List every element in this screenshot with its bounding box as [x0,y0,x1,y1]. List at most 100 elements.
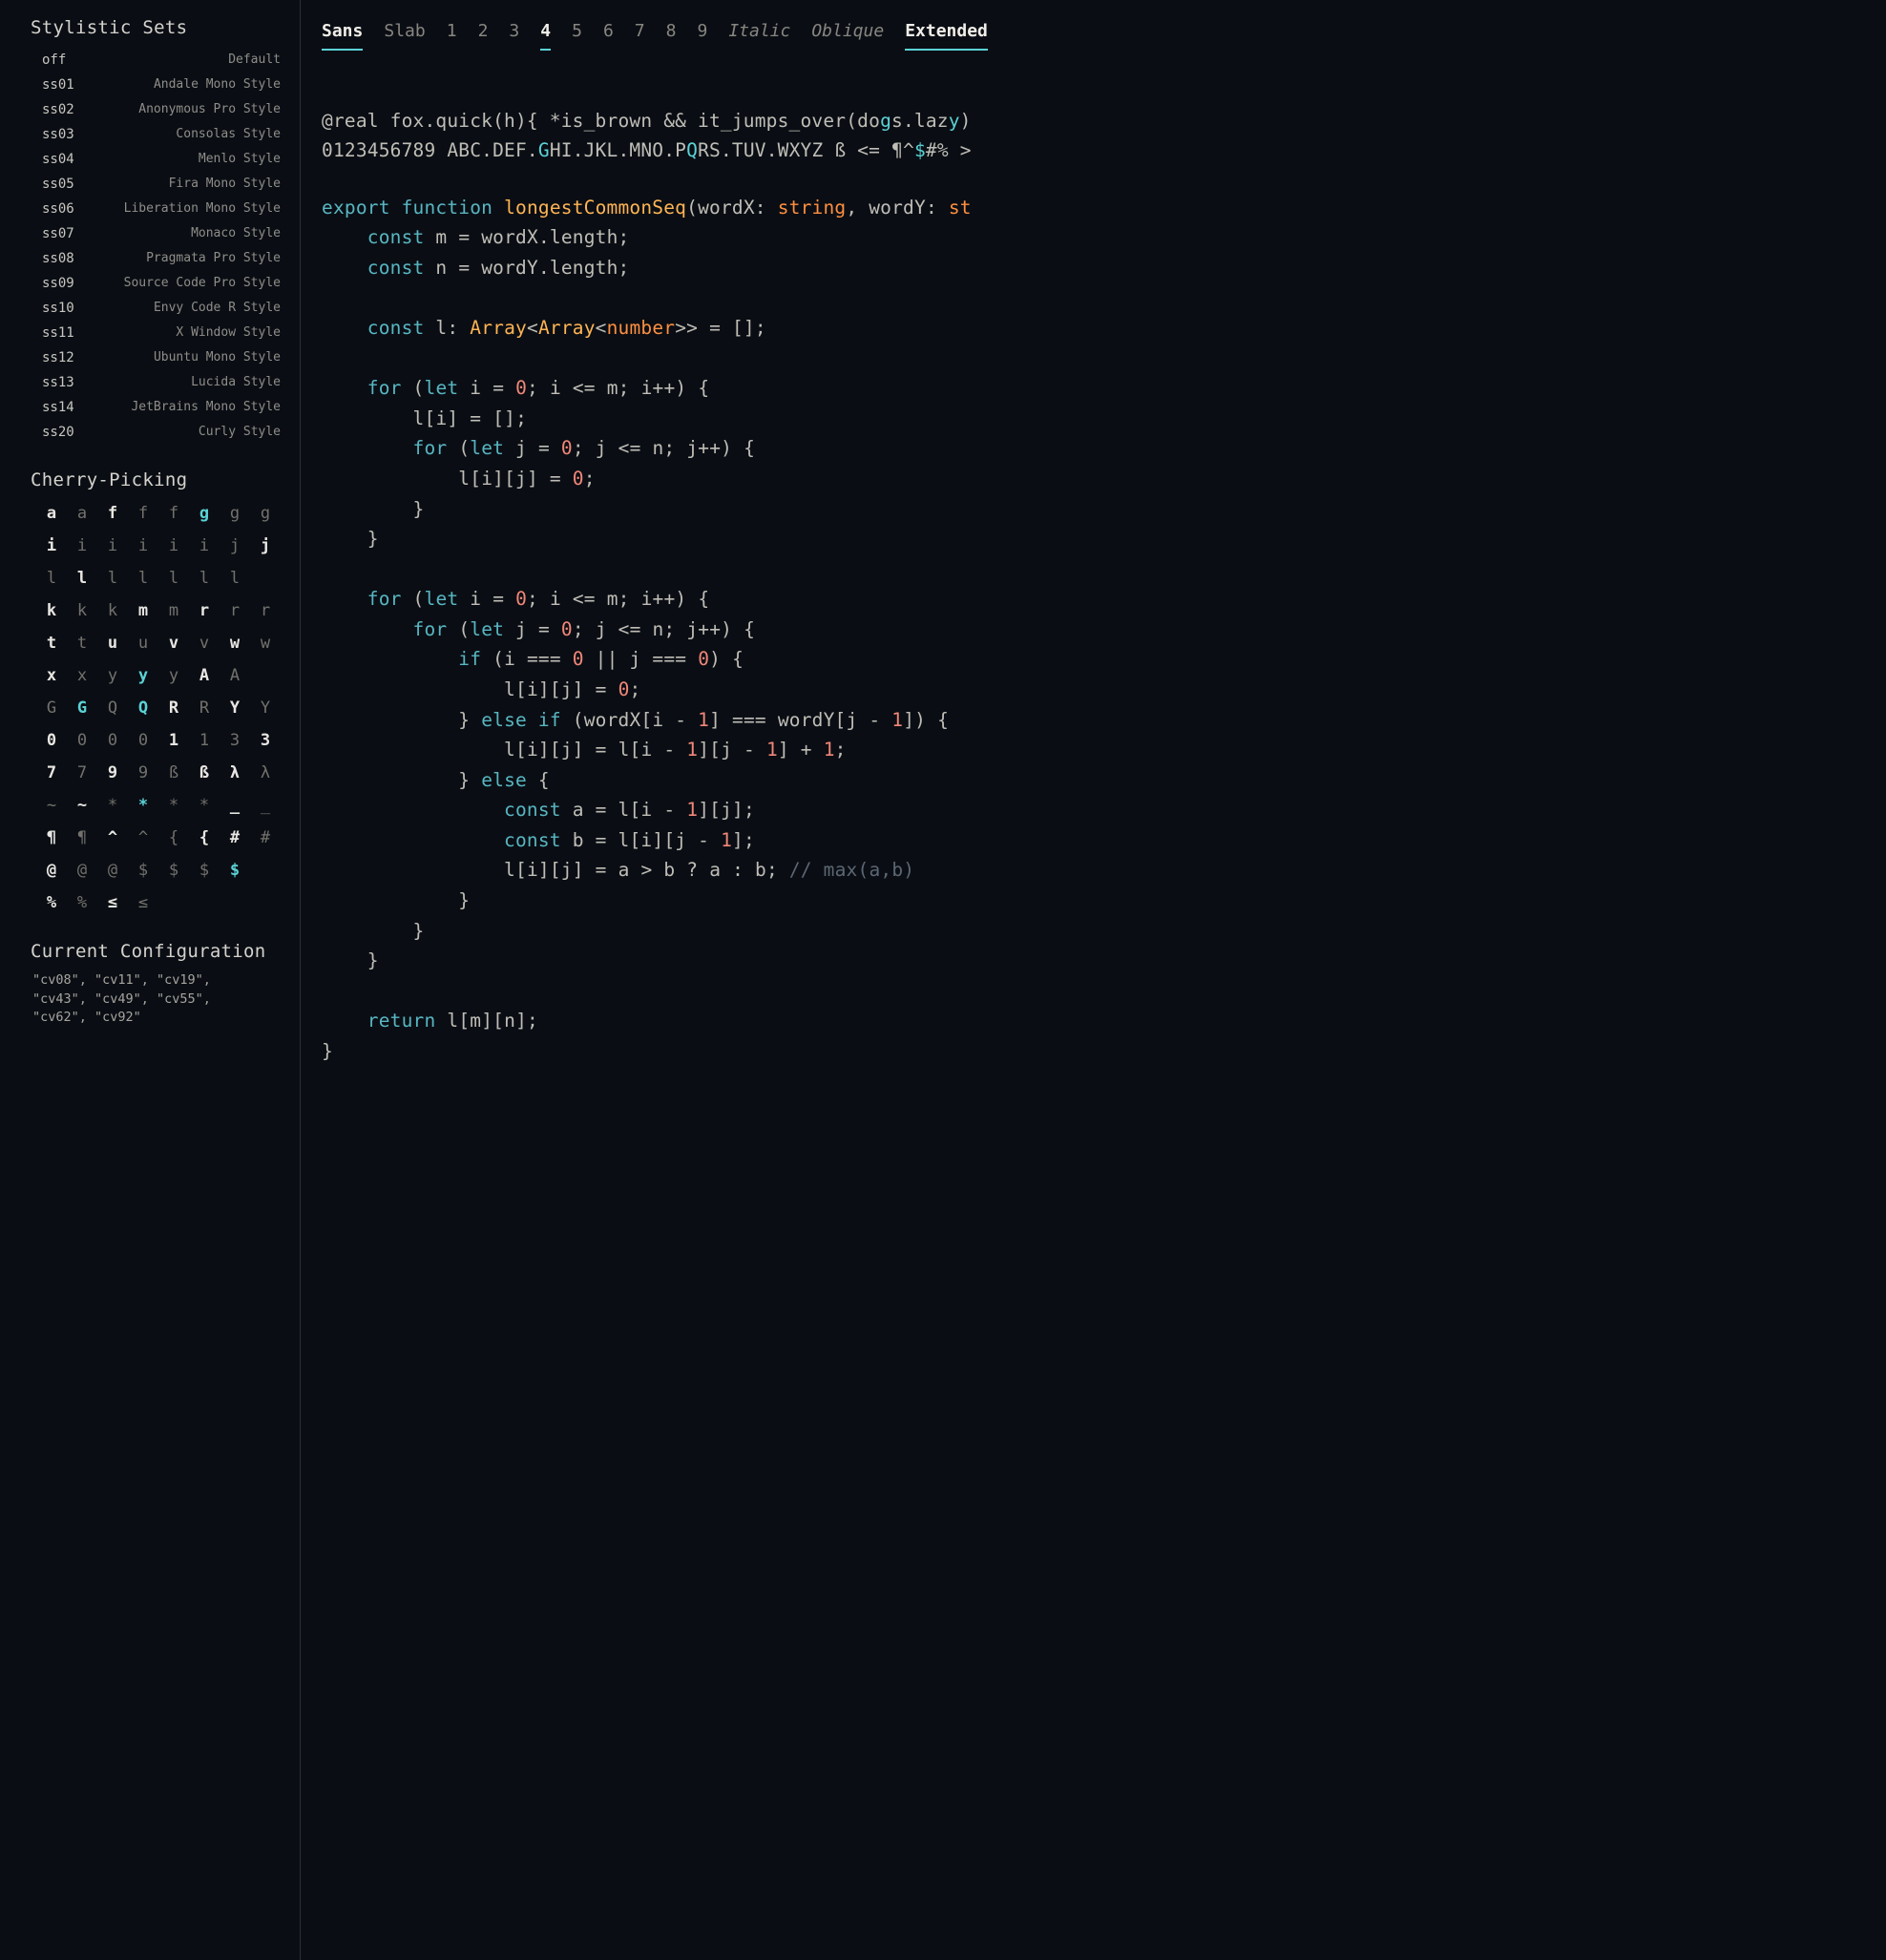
cherry-variant[interactable]: $ [189,857,220,884]
stylistic-set-ss07[interactable]: ss07Monaco Style [31,221,281,246]
cherry-variant[interactable]: ¶ [67,824,97,851]
cherry-variant[interactable]: 0 [97,727,128,754]
cherry-variant[interactable]: { [189,824,220,851]
cherry-variant[interactable]: m [158,597,189,624]
cherry-variant[interactable]: 1 [189,727,220,754]
cherry-variant[interactable]: v [189,630,220,657]
cherry-variant[interactable]: R [158,695,189,721]
tab-sans[interactable]: Sans [322,21,363,51]
cherry-variant[interactable]: u [128,630,158,657]
tab-8[interactable]: 8 [666,21,677,51]
cherry-variant[interactable]: % [36,889,67,916]
cherry-variant[interactable]: Y [250,695,281,721]
tab-5[interactable]: 5 [572,21,582,51]
cherry-variant[interactable]: Q [128,695,158,721]
cherry-variant[interactable]: ¶ [36,824,67,851]
tab-6[interactable]: 6 [603,21,614,51]
cherry-variant[interactable]: G [67,695,97,721]
cherry-variant[interactable]: l [36,565,67,592]
cherry-variant[interactable]: 1 [158,727,189,754]
cherry-variant[interactable]: l [158,565,189,592]
tab-7[interactable]: 7 [635,21,645,51]
stylistic-set-ss01[interactable]: ss01Andale Mono Style [31,73,281,97]
cherry-variant[interactable]: y [97,662,128,689]
cherry-variant[interactable]: i [97,532,128,559]
cherry-variant[interactable]: t [36,630,67,657]
cherry-variant[interactable]: # [220,824,250,851]
cherry-variant[interactable]: g [250,500,281,527]
cherry-variant[interactable]: A [189,662,220,689]
cherry-variant[interactable]: ß [189,760,220,786]
cherry-variant[interactable]: @ [67,857,97,884]
cherry-variant[interactable]: l [128,565,158,592]
cherry-variant[interactable]: % [67,889,97,916]
cherry-variant[interactable]: j [220,532,250,559]
cherry-variant[interactable]: k [97,597,128,624]
cherry-variant[interactable]: a [36,500,67,527]
tab-1[interactable]: 1 [447,21,457,51]
cherry-variant[interactable]: ≤ [128,889,158,916]
tab-extended[interactable]: Extended [905,21,988,51]
cherry-variant[interactable]: _ [250,792,281,819]
cherry-variant[interactable]: R [189,695,220,721]
stylistic-set-ss11[interactable]: ss11X Window Style [31,321,281,345]
cherry-variant[interactable]: r [250,597,281,624]
cherry-variant[interactable]: ~ [36,792,67,819]
stylistic-set-ss08[interactable]: ss08Pragmata Pro Style [31,246,281,271]
cherry-variant[interactable]: 3 [250,727,281,754]
cherry-variant[interactable]: * [189,792,220,819]
cherry-variant[interactable]: i [36,532,67,559]
cherry-variant[interactable]: λ [250,760,281,786]
cherry-variant[interactable]: A [220,662,250,689]
cherry-variant[interactable]: ≤ [97,889,128,916]
cherry-variant[interactable]: j [250,532,281,559]
cherry-variant[interactable]: _ [220,792,250,819]
cherry-variant[interactable]: k [36,597,67,624]
cherry-variant[interactable]: x [36,662,67,689]
cherry-variant[interactable]: g [189,500,220,527]
cherry-variant[interactable]: f [158,500,189,527]
tab-2[interactable]: 2 [478,21,489,51]
cherry-variant[interactable]: u [97,630,128,657]
cherry-variant[interactable]: y [128,662,158,689]
stylistic-set-ss10[interactable]: ss10Envy Code R Style [31,296,281,321]
cherry-variant[interactable]: w [220,630,250,657]
stylistic-set-off[interactable]: offDefault [31,48,281,73]
cherry-variant[interactable]: i [158,532,189,559]
cherry-variant[interactable]: i [67,532,97,559]
cherry-variant[interactable]: @ [36,857,67,884]
stylistic-set-ss14[interactable]: ss14JetBrains Mono Style [31,395,281,420]
cherry-variant[interactable]: $ [220,857,250,884]
cherry-variant[interactable]: ~ [67,792,97,819]
cherry-variant[interactable]: ^ [97,824,128,851]
cherry-variant[interactable]: f [128,500,158,527]
tab-italic[interactable]: Italic [728,21,790,51]
tab-slab[interactable]: Slab [384,21,425,51]
cherry-variant[interactable]: @ [97,857,128,884]
cherry-variant[interactable]: $ [158,857,189,884]
cherry-variant[interactable]: * [128,792,158,819]
stylistic-set-ss13[interactable]: ss13Lucida Style [31,370,281,395]
cherry-variant[interactable]: * [158,792,189,819]
cherry-variant[interactable]: G [36,695,67,721]
stylistic-set-ss04[interactable]: ss04Menlo Style [31,147,281,172]
stylistic-set-ss20[interactable]: ss20Curly Style [31,420,281,445]
cherry-variant[interactable]: 0 [128,727,158,754]
cherry-variant[interactable]: λ [220,760,250,786]
cherry-variant[interactable]: g [220,500,250,527]
cherry-variant[interactable]: l [67,565,97,592]
tab-9[interactable]: 9 [697,21,707,51]
stylistic-set-ss09[interactable]: ss09Source Code Pro Style [31,271,281,296]
cherry-variant[interactable]: r [220,597,250,624]
cherry-variant[interactable]: 0 [67,727,97,754]
cherry-variant[interactable]: { [158,824,189,851]
cherry-variant[interactable]: v [158,630,189,657]
cherry-variant[interactable]: w [250,630,281,657]
cherry-variant[interactable]: * [97,792,128,819]
stylistic-set-ss06[interactable]: ss06Liberation Mono Style [31,197,281,221]
cherry-variant[interactable]: $ [128,857,158,884]
tab-4[interactable]: 4 [540,21,551,51]
tab-oblique[interactable]: Oblique [811,21,884,51]
cherry-variant[interactable]: 3 [220,727,250,754]
cherry-variant[interactable]: Q [97,695,128,721]
